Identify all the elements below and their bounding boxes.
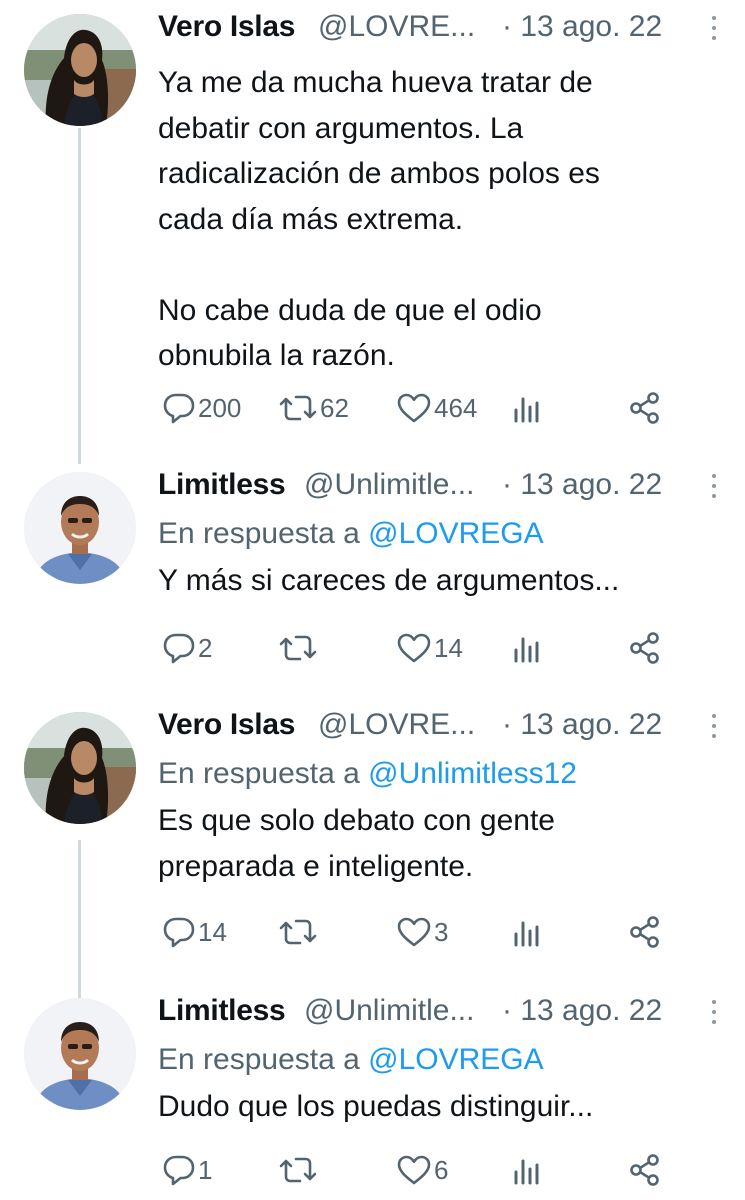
retweet-button[interactable] xyxy=(278,628,320,668)
tweet-thread: Vero Islas @LOVRE... · 13 ago. 22 Ya me … xyxy=(0,0,745,1200)
like-count: 14 xyxy=(434,632,463,663)
more-icon[interactable] xyxy=(711,16,717,42)
like-count: 464 xyxy=(434,392,478,423)
reply-icon xyxy=(162,1153,196,1187)
mention-link[interactable]: @Unlimitless12 xyxy=(368,757,577,790)
reply-context: En respuesta a @Unlimitless12 xyxy=(158,754,725,794)
retweet-button[interactable]: 62 xyxy=(278,388,349,428)
like-button[interactable]: 3 xyxy=(396,912,448,952)
reply-count: 1 xyxy=(198,1154,213,1185)
retweet-button[interactable] xyxy=(278,912,320,952)
views-button[interactable] xyxy=(512,388,544,428)
author-name[interactable]: Vero Islas xyxy=(158,708,295,742)
share-button[interactable] xyxy=(628,388,662,428)
tweet-date[interactable]: · 13 ago. 22 xyxy=(502,994,662,1028)
author-name[interactable]: Limitless xyxy=(158,994,286,1028)
like-count: 3 xyxy=(434,916,449,947)
author-handle[interactable]: @LOVRE... xyxy=(318,708,475,742)
author-handle[interactable]: @LOVRE... xyxy=(318,10,475,44)
reply-icon xyxy=(162,631,196,665)
avatar[interactable] xyxy=(24,998,136,1110)
views-button[interactable] xyxy=(512,628,544,668)
reply-context-label: En respuesta a xyxy=(158,1043,369,1076)
tweet[interactable]: Limitless @Unlimitle... · 13 ago. 22 En … xyxy=(0,450,745,712)
views-icon xyxy=(512,915,544,949)
reply-context-label: En respuesta a xyxy=(158,517,369,550)
share-button[interactable] xyxy=(628,1150,662,1190)
share-button[interactable] xyxy=(628,628,662,668)
tweet-date[interactable]: · 13 ago. 22 xyxy=(502,468,662,502)
like-button[interactable]: 464 xyxy=(396,388,477,428)
like-count: 6 xyxy=(434,1154,449,1185)
more-icon[interactable] xyxy=(711,714,717,740)
views-icon xyxy=(512,1153,544,1187)
like-button[interactable]: 14 xyxy=(396,628,463,668)
retweet-count: 62 xyxy=(320,392,349,423)
retweet-icon xyxy=(278,391,318,425)
tweet-text: Dudo que los puedas distinguir... xyxy=(158,1090,594,1123)
tweet-text: Es que solo debato con gente preparada e… xyxy=(158,804,555,883)
retweet-icon xyxy=(278,1153,318,1187)
reply-count: 200 xyxy=(198,392,242,423)
like-icon xyxy=(396,915,432,949)
avatar[interactable] xyxy=(24,472,136,584)
tweet[interactable]: Limitless @Unlimitle... · 13 ago. 22 En … xyxy=(0,984,745,1200)
tweet-text: Y más si careces de argumentos... xyxy=(158,564,620,597)
retweet-icon xyxy=(278,631,318,665)
share-button[interactable] xyxy=(628,912,662,952)
author-name[interactable]: Vero Islas xyxy=(158,10,295,44)
avatar[interactable] xyxy=(24,712,136,824)
like-button[interactable]: 6 xyxy=(396,1150,448,1190)
share-icon xyxy=(628,391,662,425)
reply-count: 2 xyxy=(198,632,213,663)
avatar[interactable] xyxy=(24,14,136,126)
tweet-date[interactable]: · 13 ago. 22 xyxy=(502,10,662,44)
tweet-text: Ya me da mucha hueva tratar de debatir c… xyxy=(158,66,600,372)
more-icon[interactable] xyxy=(711,474,717,500)
mention-link[interactable]: @LOVREGA xyxy=(368,1043,544,1076)
views-icon xyxy=(512,391,544,425)
reply-button[interactable]: 2 xyxy=(162,628,212,668)
reply-context-label: En respuesta a xyxy=(158,757,369,790)
reply-context: En respuesta a @LOVREGA xyxy=(158,514,725,554)
share-icon xyxy=(628,1153,662,1187)
reply-count: 14 xyxy=(198,916,227,947)
author-handle[interactable]: @Unlimitle... xyxy=(304,468,474,502)
share-icon xyxy=(628,915,662,949)
tweet[interactable]: Vero Islas @LOVRE... · 13 ago. 22 Ya me … xyxy=(0,0,745,450)
share-icon xyxy=(628,631,662,665)
retweet-icon xyxy=(278,915,318,949)
author-name[interactable]: Limitless xyxy=(158,468,286,502)
reply-icon xyxy=(162,391,196,425)
mention-link[interactable]: @LOVREGA xyxy=(368,517,544,550)
tweet-date[interactable]: · 13 ago. 22 xyxy=(502,708,662,742)
like-icon xyxy=(396,1153,432,1187)
reply-button[interactable]: 1 xyxy=(162,1150,212,1190)
like-icon xyxy=(396,631,432,665)
views-button[interactable] xyxy=(512,1150,544,1190)
views-button[interactable] xyxy=(512,912,544,952)
reply-icon xyxy=(162,915,196,949)
views-icon xyxy=(512,631,544,665)
like-icon xyxy=(396,391,432,425)
reply-button[interactable]: 200 xyxy=(162,388,241,428)
more-icon[interactable] xyxy=(711,1000,717,1026)
author-handle[interactable]: @Unlimitle... xyxy=(304,994,474,1028)
reply-button[interactable]: 14 xyxy=(162,912,227,952)
reply-context: En respuesta a @LOVREGA xyxy=(158,1040,725,1080)
retweet-button[interactable] xyxy=(278,1150,320,1190)
tweet[interactable]: Vero Islas @LOVRE... · 13 ago. 22 En res… xyxy=(0,708,745,984)
